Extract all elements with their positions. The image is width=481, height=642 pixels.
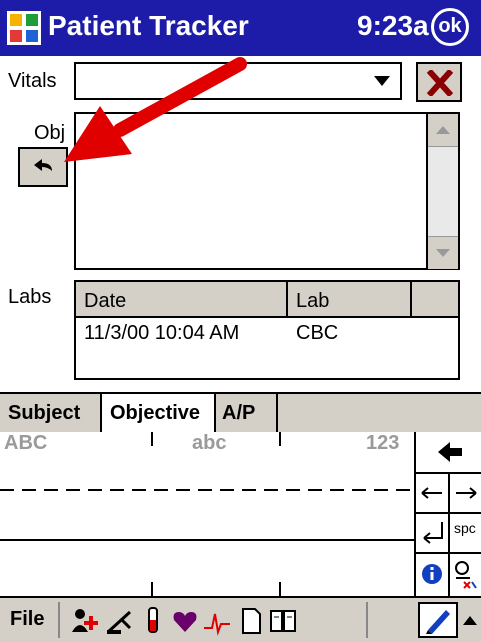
column-header-date[interactable]: Date bbox=[76, 282, 288, 316]
tab-ap[interactable]: A/P bbox=[214, 394, 278, 434]
column-header-lab[interactable]: Lab bbox=[288, 282, 412, 316]
ok-button[interactable]: ok bbox=[431, 8, 469, 46]
procedure-icon[interactable] bbox=[104, 606, 134, 636]
space-key[interactable]: spc bbox=[450, 514, 481, 554]
tab-objective[interactable]: Objective bbox=[100, 394, 216, 434]
ecg-icon[interactable] bbox=[202, 606, 232, 636]
bottom-toolbar: File bbox=[0, 596, 481, 642]
clock-time: 9:23a bbox=[357, 10, 429, 41]
right-arrow-key[interactable] bbox=[450, 474, 481, 514]
tab-bar: Subject Objective A/P bbox=[0, 392, 481, 434]
reference-book-icon[interactable] bbox=[268, 606, 298, 636]
title-bar: Patient Tracker 9:23a ok bbox=[0, 0, 481, 56]
lab-date-cell: 11/3/00 10:04 AM bbox=[84, 322, 240, 344]
space-key-label: spc bbox=[454, 520, 476, 536]
tab-subject[interactable]: Subject bbox=[0, 394, 102, 434]
objective-textarea[interactable] bbox=[74, 112, 460, 270]
enter-key[interactable] bbox=[416, 514, 450, 554]
scroll-up-icon bbox=[436, 126, 450, 134]
info-icon bbox=[422, 564, 442, 584]
left-arrow-key[interactable] bbox=[416, 474, 450, 514]
lab-name-cell: CBC bbox=[296, 322, 339, 344]
special-keys-panel: spc bbox=[414, 432, 481, 596]
handwriting-input-panel[interactable]: ABC abc 123 spc bbox=[0, 432, 481, 598]
lab-tube-icon[interactable] bbox=[138, 606, 168, 636]
toolbar-divider bbox=[58, 602, 60, 638]
undo-icon bbox=[34, 159, 52, 171]
undo-button[interactable] bbox=[18, 147, 68, 187]
enter-icon bbox=[423, 522, 443, 544]
vitals-dropdown[interactable] bbox=[74, 62, 402, 100]
column-header-extra bbox=[412, 282, 458, 316]
input-method-arrow[interactable] bbox=[460, 602, 480, 638]
right-arrow-icon bbox=[456, 487, 477, 499]
info-key[interactable] bbox=[416, 554, 450, 596]
backspace-key[interactable] bbox=[416, 432, 481, 474]
input-method-button[interactable] bbox=[418, 602, 458, 638]
writing-area[interactable] bbox=[0, 432, 414, 596]
new-document-icon[interactable] bbox=[236, 606, 266, 636]
app-icon bbox=[7, 11, 41, 45]
labs-table-header: Date Lab bbox=[76, 282, 458, 318]
up-arrow-icon bbox=[463, 616, 477, 625]
pen-icon bbox=[426, 610, 450, 634]
toolbar-divider bbox=[366, 602, 368, 638]
vitals-label: Vitals bbox=[8, 70, 57, 92]
symbols-icon bbox=[455, 561, 477, 589]
delete-x-icon bbox=[427, 70, 453, 96]
labs-table[interactable]: Date Lab 11/3/00 10:04 AM CBC bbox=[74, 280, 460, 380]
symbols-key[interactable] bbox=[450, 554, 481, 596]
file-menu[interactable]: File bbox=[10, 608, 44, 631]
dropdown-arrow-icon bbox=[374, 76, 390, 86]
table-row[interactable]: 11/3/00 10:04 AM CBC bbox=[76, 318, 458, 348]
objective-scrollbar[interactable] bbox=[426, 114, 458, 269]
scroll-down-button[interactable] bbox=[428, 236, 458, 269]
labs-label: Labs bbox=[8, 286, 52, 308]
delete-button[interactable] bbox=[416, 62, 462, 102]
backspace-arrow-icon bbox=[438, 442, 462, 462]
scroll-down-icon bbox=[436, 249, 450, 257]
app-title: Patient Tracker bbox=[48, 10, 249, 41]
obj-label: Obj bbox=[34, 122, 66, 144]
scroll-up-button[interactable] bbox=[428, 114, 458, 147]
left-arrow-icon bbox=[421, 487, 442, 499]
heart-icon[interactable] bbox=[170, 606, 200, 636]
add-patient-icon[interactable] bbox=[70, 606, 100, 636]
